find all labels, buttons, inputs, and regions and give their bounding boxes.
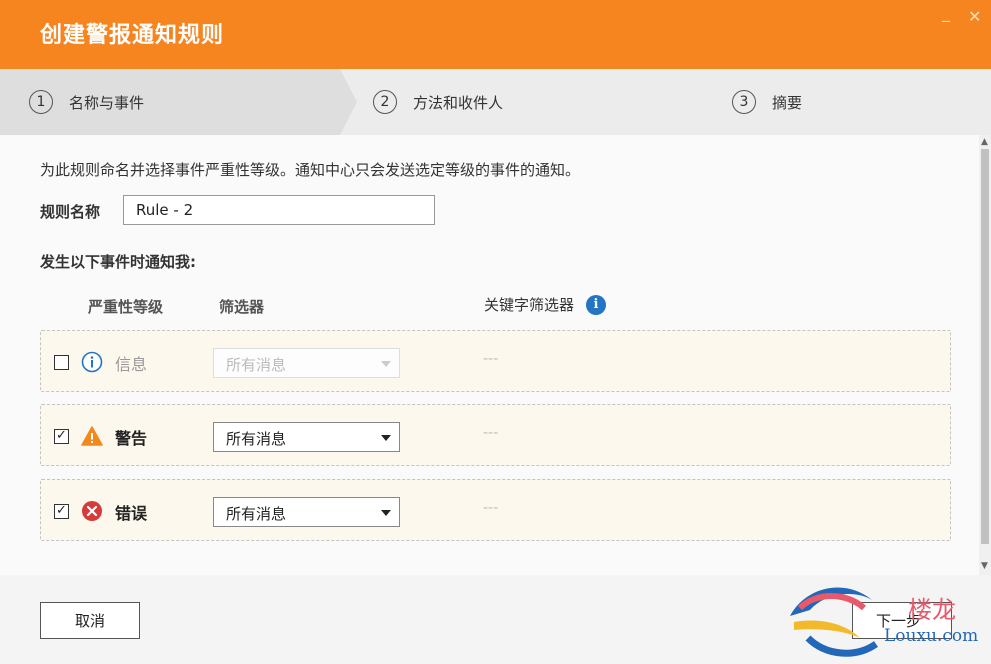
severity-label-information: 信息 [115,355,148,374]
active-step-arrow [340,69,357,135]
severity-row-error: ✓ 错误 所有消息 --- [40,479,951,541]
step-number-2: 2 [373,90,397,114]
dialog-title: 创建警报通知规则 [40,23,225,48]
severity-row-warning: ✓ 警告 所有消息 --- [40,404,951,466]
error-filter-select[interactable]: 所有消息 [213,497,400,527]
rule-name-label: 规则名称 [40,203,101,221]
rule-name-input[interactable] [123,195,435,225]
keyword-filter-value: --- [483,425,499,441]
step-label: 方法和收件人 [413,93,504,112]
step-name-and-event: 1 名称与事件 [29,90,144,114]
severity-label-warning: 警告 [115,429,148,448]
watermark-chinese-text: 楼龙 [908,596,956,624]
error-checkbox[interactable]: ✓ [54,504,69,519]
keyword-filter-value: --- [483,351,499,367]
error-icon [82,501,102,521]
chevron-down-icon [381,361,391,367]
step-number-1: 1 [29,90,53,114]
scroll-down-icon[interactable]: ▼ [981,561,988,571]
severity-row-information: 信息 所有消息 --- [40,330,951,392]
info-icon[interactable]: i [586,294,607,315]
filter-value: 所有消息 [226,430,287,448]
scroll-up-icon[interactable]: ▲ [981,137,988,147]
filter-column-header: 筛选器 [219,298,265,316]
step-label: 名称与事件 [69,93,145,112]
chevron-down-icon [381,510,391,516]
chevron-down-icon [381,435,391,441]
warning-checkbox[interactable]: ✓ [54,429,69,444]
wizard-steps: 1 名称与事件 2 方法和收件人 3 摘要 [0,69,991,135]
filter-value: 所有消息 [226,356,287,374]
info-icon [81,351,103,373]
close-icon[interactable]: ✕ [968,8,981,26]
minimize-icon[interactable]: _ [942,4,950,22]
keyword-column-label: 关键字筛选器 [484,296,575,314]
information-checkbox[interactable] [54,355,69,370]
step-summary: 3 摘要 [732,90,802,114]
scrollbar-thumb[interactable] [981,149,989,544]
step-method-and-recipients: 2 方法和收件人 [373,90,503,114]
severity-label-error: 错误 [115,504,148,523]
step-label: 摘要 [772,93,803,112]
vertical-scrollbar[interactable]: ▲ ▼ [979,135,991,575]
cancel-button[interactable]: 取消 [40,602,140,639]
description-text: 为此规则命名并选择事件严重性等级。通知中心只会发送选定等级的事件的通知。 [40,161,581,179]
content-panel: 为此规则命名并选择事件严重性等级。通知中心只会发送选定等级的事件的通知。 规则名… [0,135,979,575]
keyword-column-header: 关键字筛选器 i [484,294,607,315]
warning-icon [81,426,103,446]
filter-value: 所有消息 [226,505,287,523]
step-number-3: 3 [732,90,756,114]
title-bar: 创建警报通知规则 _ ✕ [0,0,991,69]
keyword-filter-value: --- [483,500,499,516]
warning-filter-select[interactable]: 所有消息 [213,422,400,452]
severity-column-header: 严重性等级 [88,298,164,316]
watermark-url-text: Louxu.com [884,626,979,646]
notify-me-label: 发生以下事件时通知我: [40,253,196,271]
information-filter-select: 所有消息 [213,348,400,378]
